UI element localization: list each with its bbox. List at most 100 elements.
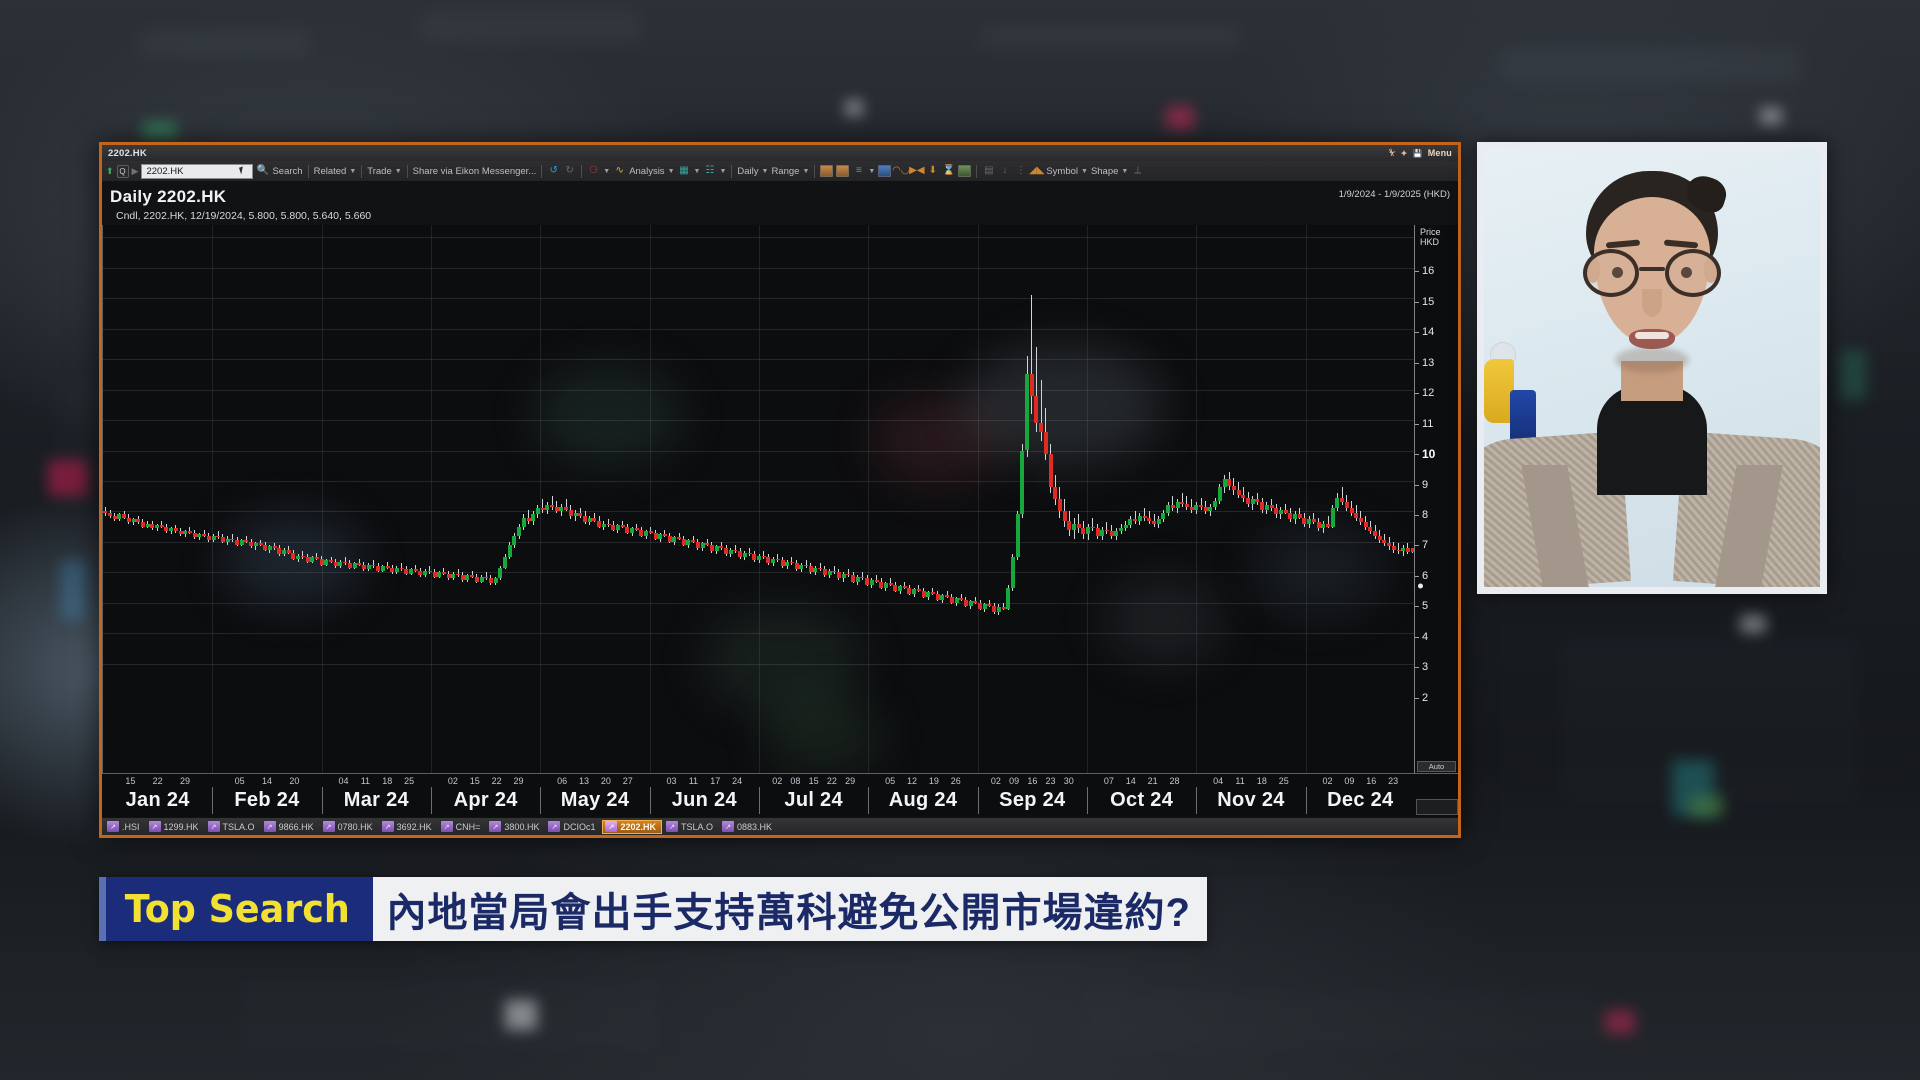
candlestick <box>1283 225 1288 676</box>
ticker-item[interactable]: ↗ CNH= <box>439 820 486 834</box>
toolbar-item-related[interactable]: Related <box>314 166 347 177</box>
ticker-item[interactable]: ↗ .HSI <box>105 820 145 834</box>
toolbar-item-symbol[interactable]: Symbol <box>1046 166 1078 177</box>
chevron-down-icon[interactable]: ▼ <box>694 168 701 175</box>
up-arrow-icon[interactable]: ⬆ <box>106 166 114 177</box>
move-icon[interactable]: ⬇ <box>926 165 939 178</box>
candlestick <box>902 225 907 676</box>
crosshair-icon[interactable] <box>958 165 972 177</box>
ticker-item-active[interactable]: ↗ 2202.HK <box>602 819 662 834</box>
chevron-down-icon[interactable]: ▼ <box>1121 168 1128 175</box>
toolbar-item-shape[interactable]: Shape <box>1091 166 1118 177</box>
time-axis-day-tick: 16 <box>1366 776 1377 786</box>
toolbar-item-analysis[interactable]: Analysis <box>629 166 664 177</box>
candlestick <box>982 225 987 676</box>
chart-type-icon[interactable] <box>820 165 834 177</box>
search-icon[interactable]: 🔍 <box>256 165 269 178</box>
toolbar-item-share[interactable]: Share via Eikon Messenger... <box>413 166 537 177</box>
restore-icon[interactable]: ⏧ <box>1389 148 1396 158</box>
chevron-down-icon[interactable]: ▼ <box>762 168 769 175</box>
candlestick <box>912 225 917 676</box>
more-options-icon[interactable]: ⟂ <box>1131 165 1144 178</box>
toolbar-item-daily[interactable]: Daily <box>737 166 758 177</box>
chevron-down-icon[interactable]: ▼ <box>719 168 726 175</box>
price-axis-tick: 6 <box>1415 570 1428 582</box>
ticker-item[interactable]: ↗ 1299.HK <box>147 820 204 834</box>
toolbar-item-search[interactable]: Search <box>272 166 302 177</box>
symbol-ticker-bar[interactable]: ↗ .HSI ↗ 1299.HK ↗ TSLA.O ↗ 9866.HK ↗ 0780.HK ↗ 369… <box>102 817 1458 835</box>
symbol-input[interactable]: 2202.HK <box>141 163 254 179</box>
mouth <box>1629 329 1675 349</box>
candlestick <box>122 225 127 676</box>
split-view-icon[interactable]: ◠◡ <box>892 165 909 178</box>
chevron-down-icon[interactable]: ▼ <box>395 168 402 175</box>
candlestick <box>423 225 428 676</box>
ticker-item[interactable]: ↗ 0883.HK <box>720 820 777 834</box>
redo-icon[interactable]: ↻ <box>563 165 576 178</box>
price-axis[interactable]: Price HKD Auto 16 15 14 13 12 11 10 9 8 7 6 5 4 3 2 <box>1414 225 1458 773</box>
ticker-item[interactable]: ↗ TSLA.O <box>206 820 260 834</box>
axis-settings-button[interactable] <box>1416 799 1458 815</box>
ticker-item[interactable]: ↗ 3692.HK <box>380 820 437 834</box>
toolbar-item-range[interactable]: Range <box>771 166 799 177</box>
analysis-icon[interactable]: ∿ <box>613 165 626 178</box>
ticker-chart-icon: ↗ <box>107 821 119 832</box>
ticker-item[interactable]: ↗ 3800.HK <box>487 820 544 834</box>
candlestick <box>159 225 164 676</box>
chart-plot-area[interactable]: Price HKD Auto 16 15 14 13 12 11 10 9 8 7 6 5 4 3 2 <box>102 225 1458 773</box>
candlestick <box>1246 225 1251 676</box>
chevron-down-icon[interactable]: ▼ <box>603 168 610 175</box>
price-line-icon[interactable]: ≡ <box>852 165 865 178</box>
layout-icon[interactable]: ▦ <box>678 165 691 178</box>
ticker-chart-icon: ↗ <box>666 821 678 832</box>
hourglass-icon[interactable]: ⌛ <box>942 165 955 178</box>
candlestick-plot[interactable] <box>102 225 1414 773</box>
ticker-chart-icon: ↗ <box>263 821 276 832</box>
time-axis[interactable]: 15 22 29 05 14 20 04 11 18 25 02 15 22 29 06 13 20 27 03 11… <box>102 773 1458 817</box>
candlestick <box>728 225 733 676</box>
overlay-icon[interactable] <box>836 165 850 177</box>
window-menu-button[interactable]: Menu <box>1428 148 1452 158</box>
auto-scale-button[interactable]: Auto <box>1417 761 1456 772</box>
grid-layout-icon[interactable]: ☷ <box>703 165 716 178</box>
chevron-down-icon[interactable]: ▼ <box>1081 168 1088 175</box>
toolbar-item-trade[interactable]: Trade <box>367 166 391 177</box>
chart-toolbar[interactable]: ⬆ Q ▶ 2202.HK 🔍 Search Related ▼ Trade ▼… <box>102 161 1458 182</box>
compare-icon[interactable] <box>878 165 892 177</box>
chevron-down-icon[interactable]: ▼ <box>668 168 675 175</box>
download-icon[interactable]: ↓ <box>998 165 1011 178</box>
price-axis-header: Price HKD <box>1420 227 1441 247</box>
ticker-item[interactable]: ↗ DCIOc1 <box>546 820 600 834</box>
eikon-chart-window[interactable]: 2202.HK ⏧ ✦ 💾 Menu ⬆ Q ▶ 2202.HK 🔍 Searc… <box>99 142 1461 838</box>
chevron-down-icon[interactable]: ▼ <box>868 168 875 175</box>
candlestick <box>343 225 348 676</box>
quote-icon[interactable]: Q <box>116 164 129 178</box>
candlestick <box>597 225 602 676</box>
ticker-item[interactable]: ↗ 9866.HK <box>262 820 319 834</box>
candlestick-icon[interactable]: ⚆ <box>587 165 600 178</box>
menu-dots-icon[interactable]: ▶ <box>132 166 139 177</box>
ticker-item[interactable]: ↗ 0780.HK <box>321 820 378 834</box>
collapse-icon[interactable]: ▶◀ <box>909 165 924 178</box>
candlestick <box>996 225 1001 676</box>
window-titlebar[interactable]: 2202.HK ⏧ ✦ 💾 Menu <box>102 145 1458 161</box>
pin-icon[interactable]: ✦ <box>1401 149 1408 158</box>
save-icon[interactable]: 💾 <box>1413 149 1423 158</box>
undo-icon[interactable]: ↺ <box>547 165 560 178</box>
ticker-symbol-label: DCIOc1 <box>563 821 596 832</box>
time-axis-month-label: Nov 24 <box>1217 789 1285 811</box>
info-icon[interactable]: ⋮ <box>1014 165 1027 178</box>
columns-icon[interactable]: ▤ <box>982 165 995 178</box>
drawing-tools-icon[interactable]: ◢◣ <box>1029 165 1044 178</box>
chevron-down-icon[interactable]: ▼ <box>349 168 356 175</box>
candlestick <box>117 225 122 676</box>
chevron-down-icon[interactable]: ▼ <box>802 168 809 175</box>
candlestick <box>630 225 635 676</box>
candlestick <box>573 225 578 676</box>
time-axis-day-tick: 13 <box>579 776 590 786</box>
ticker-item[interactable]: ↗ TSLA.O <box>664 820 718 834</box>
time-axis-day-tick: 21 <box>1147 776 1158 786</box>
candlestick <box>418 225 423 676</box>
time-axis-day-tick: 11 <box>360 776 371 786</box>
candlestick <box>893 225 898 676</box>
